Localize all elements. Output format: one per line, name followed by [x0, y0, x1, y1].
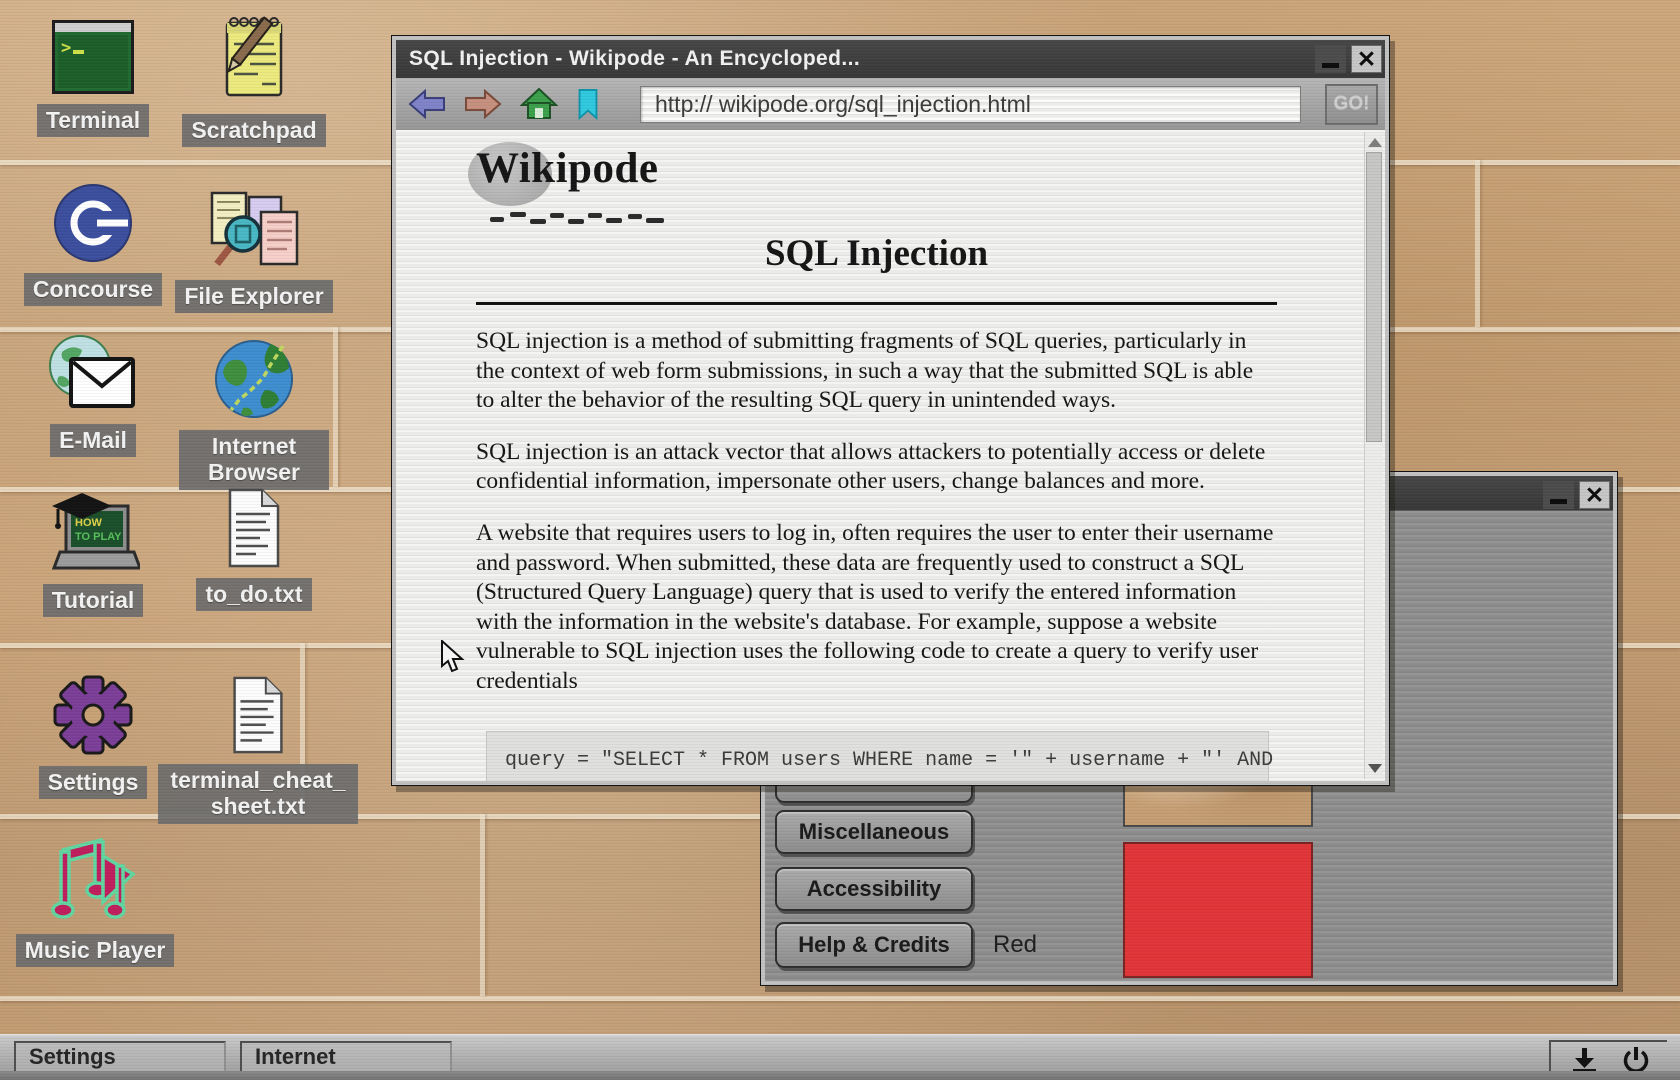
desktop-icon-label: Music Player: [16, 934, 175, 967]
desktop-icon-label: Tutorial: [43, 584, 144, 617]
article-paragraph: A website that requires users to log in,…: [476, 519, 1277, 697]
minimize-icon: [1322, 63, 1339, 68]
close-icon: ✕: [1357, 48, 1376, 71]
svg-text:TO PLAY: TO PLAY: [75, 531, 122, 543]
mouse-cursor: [440, 640, 468, 674]
millipede-dashes-icon: [490, 210, 665, 226]
browser-content: Wikipode SQL Injection: [396, 130, 1385, 781]
desktop-icon-music-player[interactable]: Music Player: [2, 830, 188, 967]
go-button[interactable]: GO!: [1325, 84, 1378, 125]
settings-nav-button-miscellaneous[interactable]: Miscellaneous: [775, 810, 973, 854]
file-explorer-icon: [207, 188, 301, 270]
desktop-icon-internet-browser[interactable]: Internet Browser: [170, 338, 338, 490]
settings-gear-icon: [52, 674, 134, 756]
internet-browser-icon: [213, 338, 295, 420]
desktop-icon-file-explorer[interactable]: File Explorer: [166, 188, 342, 313]
url-text: http:// wikipode.org/sql_injection.html: [655, 91, 1031, 118]
desktop-icon-scratchpad[interactable]: Scratchpad: [168, 10, 340, 147]
desktop-icon-label: Scratchpad: [182, 114, 325, 147]
desktop-icon-label: File Explorer: [175, 280, 332, 313]
desktop-icon-settings[interactable]: Settings: [10, 674, 176, 799]
browser-toolbar: http:// wikipode.org/sql_injection.html …: [396, 78, 1385, 130]
tutorial-icon: HOW TO PLAY: [46, 488, 140, 574]
power-icon[interactable]: [1622, 1046, 1650, 1074]
scroll-down-icon[interactable]: [1368, 764, 1382, 773]
close-icon: ✕: [1585, 484, 1604, 507]
page-title: SQL Injection: [476, 232, 1277, 275]
wall-mortar-joint: [480, 814, 485, 996]
back-icon[interactable]: [408, 88, 446, 120]
url-bar[interactable]: http:// wikipode.org/sql_injection.html: [640, 86, 1301, 123]
desktop-icon-label: Internet Browser: [179, 430, 329, 490]
bookmark-icon[interactable]: [576, 88, 600, 120]
wikipode-logo[interactable]: Wikipode: [476, 144, 1277, 208]
desktop-icon-label: Concourse: [24, 273, 162, 306]
desktop-icon-tutorial[interactable]: HOW TO PLAY Tutorial: [10, 488, 176, 617]
color-option-label: Red: [993, 931, 1037, 959]
music-notes-icon: [51, 830, 139, 924]
taskbar-item-settings[interactable]: Settings: [14, 1041, 226, 1073]
text-file-icon: [230, 676, 286, 754]
close-button[interactable]: ✕: [1579, 481, 1610, 509]
forward-icon[interactable]: [464, 88, 502, 120]
download-icon[interactable]: [1568, 1046, 1600, 1074]
article-paragraph: SQL injection is an attack vector that a…: [476, 438, 1277, 497]
scrollbar-thumb[interactable]: [1366, 152, 1382, 442]
terminal-icon: >: [52, 20, 134, 94]
red-color-swatch[interactable]: [1123, 842, 1313, 978]
desktop-icon-terminal-cheat-sheet[interactable]: terminal_cheat_sheet.txt: [158, 676, 358, 824]
browser-window: SQL Injection - Wikipode - An Encycloped…: [391, 35, 1390, 786]
logo-text: Wikipode: [476, 145, 658, 192]
desktop: > Terminal Scratchpad: [0, 0, 1680, 1080]
close-button[interactable]: ✕: [1351, 45, 1382, 73]
code-block: query = "SELECT * FROM users WHERE name …: [486, 731, 1269, 781]
home-icon[interactable]: [520, 88, 558, 120]
svg-text:>: >: [61, 38, 71, 58]
text-file-icon: [226, 488, 282, 568]
settings-nav-button-help-credits[interactable]: Help & Credits: [775, 922, 973, 968]
taskbar-bottom-strip: [0, 1071, 1680, 1080]
taskbar-item-internet[interactable]: Internet: [240, 1041, 452, 1073]
article-paragraph: SQL injection is a method of submitting …: [476, 327, 1277, 416]
desktop-icon-label: Settings: [39, 766, 148, 799]
wall-mortar-joint: [1475, 160, 1480, 327]
code-line: pass = '" + password + "'": [505, 780, 817, 781]
browser-titlebar[interactable]: SQL Injection - Wikipode - An Encycloped…: [396, 40, 1385, 78]
minimize-button[interactable]: [1543, 481, 1574, 509]
settings-nav-button-accessibility[interactable]: Accessibility: [775, 867, 973, 911]
desktop-icon-label: E-Mail: [50, 424, 136, 457]
minimize-icon: [1550, 499, 1567, 504]
scroll-up-icon[interactable]: [1368, 138, 1382, 147]
heading-rule: [476, 302, 1277, 305]
desktop-icon-label: Terminal: [37, 104, 149, 137]
desktop-icon-to-do-txt[interactable]: to_do.txt: [166, 488, 342, 611]
desktop-icon-email[interactable]: E-Mail: [10, 334, 176, 457]
desktop-icon-label: terminal_cheat_sheet.txt: [158, 764, 358, 824]
desktop-icon-terminal[interactable]: > Terminal: [10, 20, 176, 137]
taskbar: Settings Internet: [0, 1034, 1680, 1080]
scratchpad-icon: [214, 10, 294, 104]
wall-mortar-line: [0, 996, 1680, 1001]
svg-text:HOW: HOW: [75, 517, 103, 529]
vertical-scrollbar[interactable]: [1364, 132, 1383, 779]
desktop-icon-concourse[interactable]: Concourse: [10, 183, 176, 306]
minimize-button[interactable]: [1315, 45, 1346, 73]
concourse-icon: [53, 183, 133, 263]
code-line: query = "SELECT * FROM users WHERE name …: [505, 749, 1273, 772]
desktop-icon-label: to_do.txt: [196, 578, 311, 611]
email-icon: [48, 334, 138, 414]
browser-title: SQL Injection - Wikipode - An Encycloped…: [396, 47, 860, 71]
